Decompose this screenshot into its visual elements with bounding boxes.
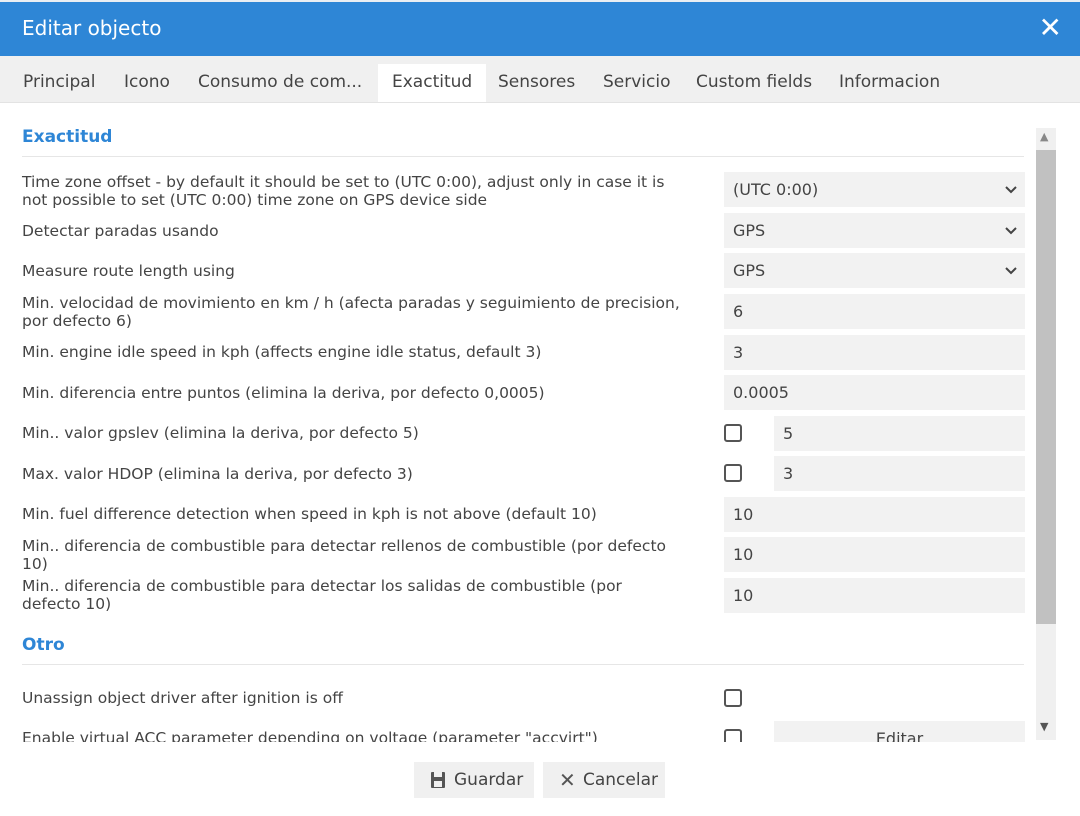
save-button[interactable]: Guardar	[414, 762, 534, 798]
tab-sensores[interactable]: Sensores	[484, 64, 589, 102]
tab-servicio[interactable]: Servicio	[589, 64, 685, 102]
tab-principal[interactable]: Principal	[9, 64, 109, 102]
tab-consumo[interactable]: Consumo de com...	[184, 64, 376, 102]
virtual-acc-label: Enable virtual ACC parameter depending o…	[22, 729, 598, 742]
route-length-select[interactable]: GPS	[724, 253, 1025, 288]
divider	[22, 156, 1024, 157]
engine-idle-label: Min. engine idle speed in kph (affects e…	[22, 343, 542, 361]
dialog-titlebar: Editar objecto ✕	[0, 2, 1080, 56]
tab-icono[interactable]: Icono	[110, 64, 184, 102]
cancel-button-label: Cancelar	[583, 770, 658, 790]
section-title-otro: Otro	[22, 635, 65, 655]
chevron-down-icon	[1005, 267, 1017, 275]
fuel-fill-input[interactable]: 10	[724, 537, 1025, 572]
hdop-input[interactable]: 3	[774, 456, 1025, 491]
chevron-down-icon	[1005, 186, 1017, 194]
chevron-down-icon	[1005, 227, 1017, 235]
route-length-value: GPS	[733, 261, 766, 280]
virtual-acc-edit-button[interactable]: Editar	[774, 721, 1025, 742]
scroll-down-arrow-icon[interactable]: ▼	[1040, 720, 1048, 733]
engine-idle-input[interactable]: 3	[724, 335, 1025, 370]
timezone-label: Time zone offset - by default it should …	[22, 173, 665, 209]
tab-exactitud[interactable]: Exactitud	[378, 64, 487, 102]
detect-stops-select[interactable]: GPS	[724, 213, 1025, 248]
min-distance-label: Min. diferencia entre puntos (elimina la…	[22, 384, 545, 402]
divider	[22, 664, 1024, 665]
unassign-driver-label: Unassign object driver after ignition is…	[22, 689, 343, 707]
save-button-label: Guardar	[454, 770, 524, 790]
cancel-button[interactable]: ✕ Cancelar	[543, 762, 665, 798]
section-title-exactitud: Exactitud	[22, 127, 113, 147]
virtual-acc-checkbox[interactable]	[724, 729, 742, 742]
hdop-label: Max. valor HDOP (elimina la deriva, por …	[22, 465, 413, 483]
floppy-disk-icon	[430, 762, 446, 811]
route-length-label: Measure route length using	[22, 262, 235, 280]
gpslev-checkbox[interactable]	[724, 424, 742, 442]
timezone-value: (UTC 0:00)	[733, 180, 819, 199]
fuel-drain-input[interactable]: 10	[724, 578, 1025, 613]
detect-stops-label: Detectar paradas usando	[22, 222, 219, 240]
min-distance-input[interactable]: 0.0005	[724, 375, 1025, 410]
form-scroll-area[interactable]: Exactitud Time zone offset - by default …	[0, 102, 1030, 742]
fuel-fill-label: Min.. diferencia de combustible para det…	[22, 537, 667, 573]
fuel-speed-label: Min. fuel difference detection when spee…	[22, 505, 597, 523]
close-icon[interactable]: ✕	[1039, 12, 1062, 44]
tab-custom-fields[interactable]: Custom fields	[682, 64, 826, 102]
gpslev-label: Min.. valor gpslev (elimina la deriva, p…	[22, 424, 419, 442]
scrollbar-thumb[interactable]	[1036, 150, 1056, 624]
detect-stops-value: GPS	[733, 221, 766, 240]
gpslev-input[interactable]: 5	[774, 416, 1025, 451]
fuel-speed-input[interactable]: 10	[724, 497, 1025, 532]
min-speed-label: Min. velocidad de movimiento en km / h (…	[22, 294, 680, 330]
hdop-checkbox[interactable]	[724, 464, 742, 482]
tab-informacion[interactable]: Informacion	[825, 64, 954, 102]
tab-bar: Principal Icono Consumo de com... Exacti…	[0, 56, 1080, 103]
dialog-title: Editar objecto	[22, 16, 162, 40]
timezone-select[interactable]: (UTC 0:00)	[724, 172, 1025, 207]
fuel-drain-label: Min.. diferencia de combustible para det…	[22, 577, 622, 613]
form-content: Exactitud Time zone offset - by default …	[0, 102, 1080, 742]
min-speed-input[interactable]: 6	[724, 294, 1025, 329]
close-icon: ✕	[559, 768, 576, 792]
unassign-driver-checkbox[interactable]	[724, 689, 742, 707]
scroll-up-arrow-icon[interactable]: ▲	[1040, 130, 1048, 143]
